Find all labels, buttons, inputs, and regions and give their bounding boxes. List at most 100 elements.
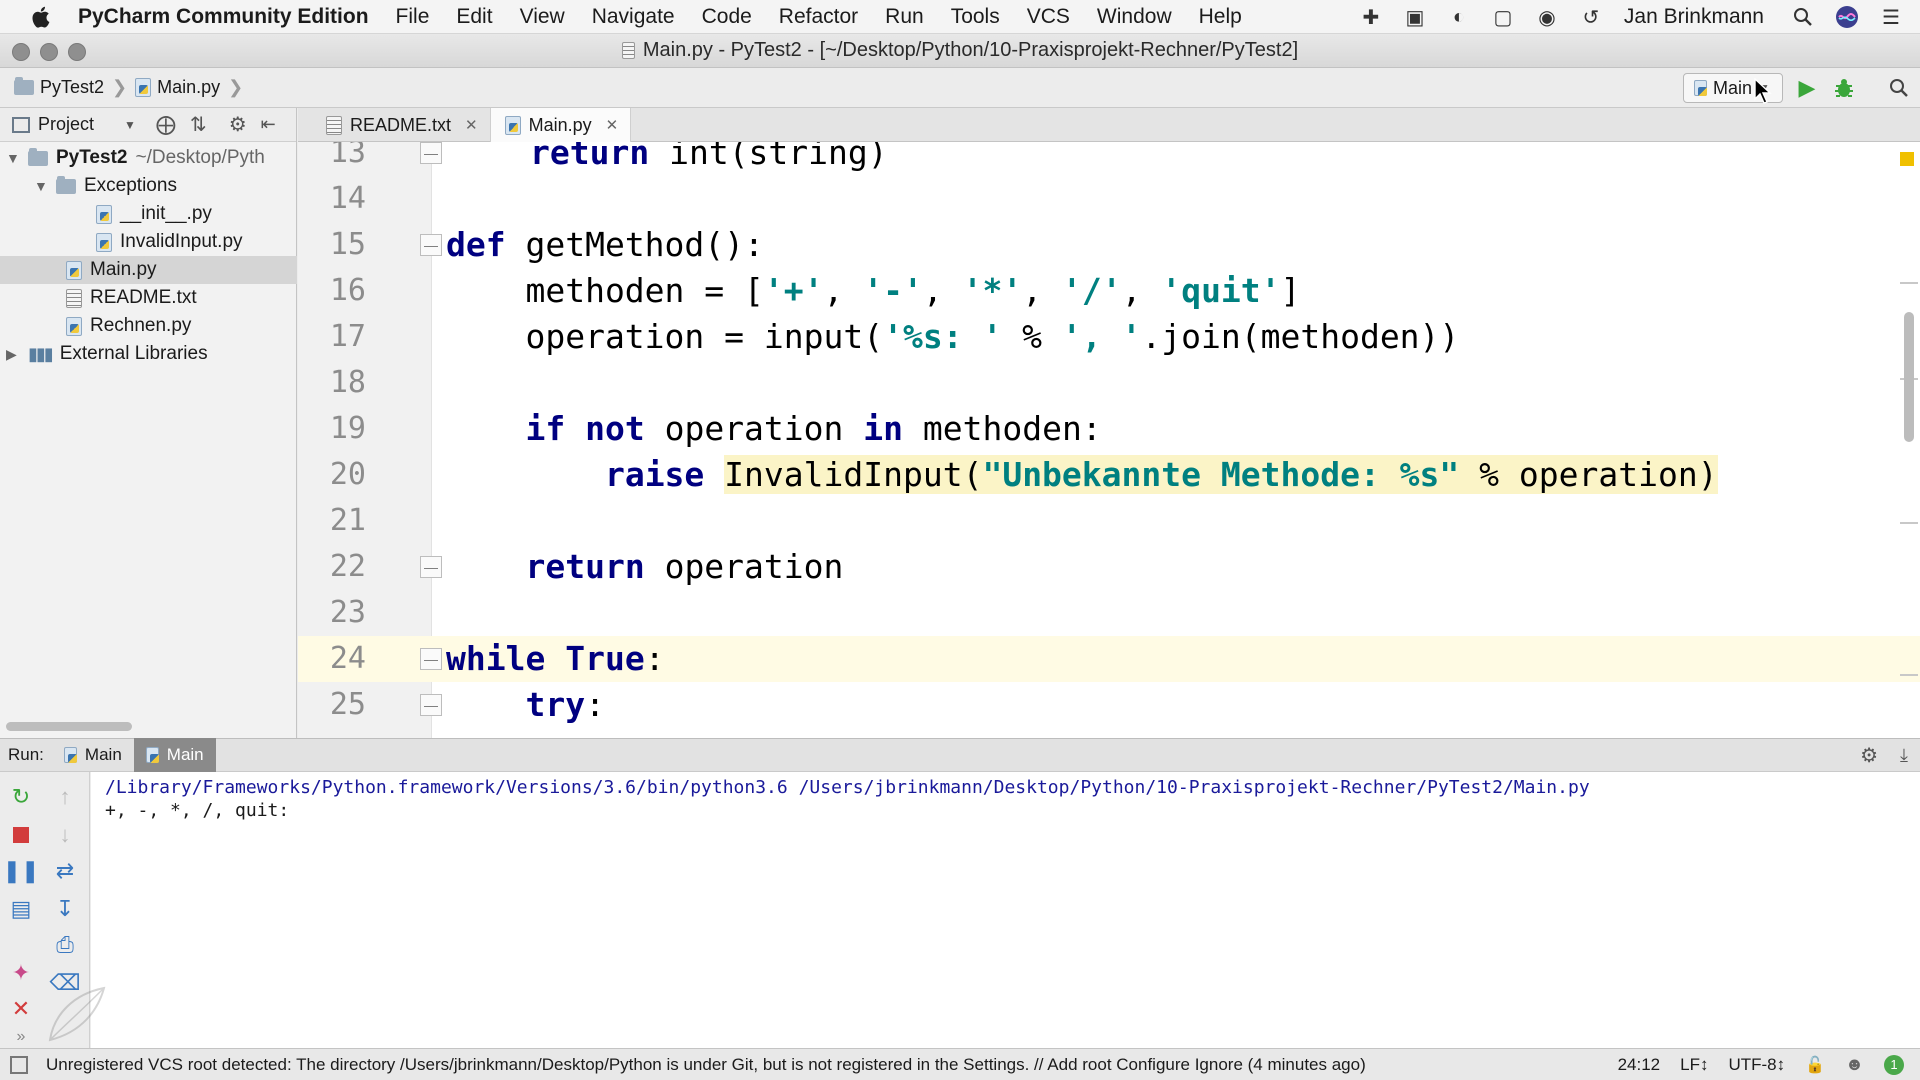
code-line[interactable]: 14: [298, 176, 1920, 222]
briefcase-icon[interactable]: ▣: [1400, 2, 1430, 32]
tree-item-readme[interactable]: README.txt: [0, 284, 297, 312]
zoom-window-button[interactable]: [68, 43, 86, 61]
up-arrow-icon[interactable]: ↑: [50, 782, 80, 812]
fold-marker-icon[interactable]: —: [420, 234, 442, 256]
spotlight-search-icon[interactable]: [1788, 2, 1818, 32]
leaf-icon[interactable]: ◐: [1444, 2, 1474, 32]
tab-readme[interactable]: README.txt ✕: [312, 108, 491, 142]
fold-marker-icon[interactable]: —: [420, 694, 442, 716]
menu-vcs[interactable]: VCS: [1027, 5, 1070, 29]
gear-icon[interactable]: ⚙: [229, 112, 247, 137]
restore-layout-icon[interactable]: ▤: [6, 894, 36, 924]
pause-icon[interactable]: ❚❚: [3, 856, 40, 886]
menu-view[interactable]: View: [520, 5, 565, 29]
tree-item-invalidinput[interactable]: InvalidInput.py: [0, 228, 297, 256]
code-line[interactable]: 13 — return int(string): [298, 142, 1920, 176]
app-name[interactable]: PyCharm Community Edition: [78, 5, 369, 29]
vcs-notification[interactable]: Unregistered VCS root detected: The dire…: [46, 1055, 1366, 1075]
file-encoding[interactable]: UTF-8↕: [1728, 1055, 1785, 1075]
chat-bubble-icon[interactable]: ◉: [1532, 2, 1562, 32]
code-line-current[interactable]: 24 — while True:: [298, 636, 1920, 682]
menu-file[interactable]: File: [396, 5, 430, 29]
scroll-to-end-icon[interactable]: ↧: [50, 894, 80, 924]
error-stripe-mark[interactable]: [1900, 282, 1918, 284]
code-line[interactable]: 21: [298, 498, 1920, 544]
event-log-badge[interactable]: 1: [1884, 1054, 1904, 1075]
run-icon[interactable]: ▶: [1793, 74, 1821, 102]
debug-bug-icon[interactable]: [1830, 74, 1858, 102]
lock-icon[interactable]: 🔓: [1805, 1055, 1825, 1075]
fold-marker-icon[interactable]: —: [420, 142, 442, 164]
menu-run[interactable]: Run: [885, 5, 924, 29]
close-icon[interactable]: ✕: [6, 994, 36, 1024]
locate-target-icon[interactable]: ⨁: [156, 112, 176, 137]
tree-item-project-root[interactable]: ▼ PyTest2 ~/Desktop/Pyth: [0, 144, 297, 172]
rerun-icon[interactable]: ↻: [6, 782, 36, 812]
stop-icon[interactable]: [6, 820, 36, 850]
code-line[interactable]: 20 raise InvalidInput("Unbekannte Method…: [298, 452, 1920, 498]
tree-item-init[interactable]: __init__.py: [0, 200, 297, 228]
code-line[interactable]: 23: [298, 590, 1920, 636]
editor-vertical-scrollbar[interactable]: [1904, 312, 1914, 442]
minimize-window-button[interactable]: [40, 43, 58, 61]
menu-edit[interactable]: Edit: [456, 5, 492, 29]
tree-item-main[interactable]: Main.py: [0, 256, 297, 284]
fold-marker-icon[interactable]: —: [420, 556, 442, 578]
down-arrow-icon[interactable]: ↓: [50, 820, 80, 850]
close-tab-icon[interactable]: ✕: [606, 116, 619, 134]
camera-icon[interactable]: ▢: [1488, 2, 1518, 32]
hide-panel-icon[interactable]: ⤓: [1900, 745, 1908, 766]
breadcrumb-file[interactable]: Main.py: [135, 77, 220, 98]
project-horizontal-scrollbar[interactable]: [6, 722, 132, 731]
search-everywhere-icon[interactable]: [1885, 74, 1913, 102]
collapse-all-icon[interactable]: ⇅: [190, 112, 207, 137]
apple-icon[interactable]: [22, 0, 58, 34]
error-stripe-mark[interactable]: [1900, 522, 1918, 524]
code-line[interactable]: 15 — def getMethod():: [298, 222, 1920, 268]
gear-icon[interactable]: ⚙: [1860, 743, 1878, 768]
fold-marker-icon[interactable]: —: [420, 648, 442, 670]
code-line[interactable]: 25 — try:: [298, 682, 1920, 728]
warning-marker[interactable]: [1900, 152, 1914, 166]
collapsed-arrow-icon[interactable]: ▶: [6, 346, 20, 363]
breadcrumb-project[interactable]: PyTest2: [14, 77, 104, 98]
soft-wrap-icon[interactable]: ⇄: [50, 856, 80, 886]
tool-windows-toggle-icon[interactable]: [10, 1056, 28, 1074]
plus-cross-icon[interactable]: ✚: [1356, 2, 1386, 32]
pin-icon[interactable]: ✦: [6, 958, 36, 988]
hide-panel-icon[interactable]: ⇤: [261, 114, 276, 135]
print-icon[interactable]: ⎙: [50, 930, 80, 960]
code-editor[interactable]: 13 — return int(string) 14 15 — def getM…: [298, 142, 1920, 738]
user-name[interactable]: Jan Brinkmann: [1624, 5, 1764, 29]
menu-navigate[interactable]: Navigate: [592, 5, 675, 29]
menu-code[interactable]: Code: [702, 5, 752, 29]
menu-window[interactable]: Window: [1097, 5, 1172, 29]
expanded-arrow-icon[interactable]: ▼: [6, 150, 20, 166]
tree-item-rechnen[interactable]: Rechnen.py: [0, 312, 297, 340]
code-line[interactable]: 22 — return operation: [298, 544, 1920, 590]
caret-position[interactable]: 24:12: [1618, 1055, 1661, 1075]
tree-item-exceptions[interactable]: ▼ Exceptions: [0, 172, 297, 200]
notification-center-icon[interactable]: ☰: [1876, 2, 1906, 32]
time-machine-icon[interactable]: ↺: [1576, 2, 1606, 32]
run-console[interactable]: /Library/Frameworks/Python.framework/Ver…: [91, 772, 1920, 1048]
inspector-icon[interactable]: ☻: [1845, 1054, 1864, 1075]
code-line[interactable]: 17 operation = input('%s: ' % ', '.join(…: [298, 314, 1920, 360]
run-tab-main-2[interactable]: Main: [133, 738, 216, 772]
chevron-down-icon[interactable]: ▼: [124, 118, 136, 132]
code-line[interactable]: 18: [298, 360, 1920, 406]
close-tab-icon[interactable]: ✕: [465, 116, 478, 134]
menu-tools[interactable]: Tools: [951, 5, 1000, 29]
run-tab-main-1[interactable]: Main: [52, 738, 134, 772]
menu-help[interactable]: Help: [1199, 5, 1242, 29]
expanded-arrow-icon[interactable]: ▼: [34, 178, 48, 194]
tab-main[interactable]: Main.py ✕: [490, 108, 632, 142]
tree-item-external-libraries[interactable]: ▶ ▮▮▮ External Libraries: [0, 340, 297, 368]
close-window-button[interactable]: [12, 43, 30, 61]
siri-icon[interactable]: [1832, 2, 1862, 32]
menu-refactor[interactable]: Refactor: [779, 5, 858, 29]
line-separator[interactable]: LF↕: [1680, 1055, 1708, 1075]
code-line[interactable]: 19 if not operation in methoden:: [298, 406, 1920, 452]
code-line[interactable]: 16 methoden = ['+', '-', '*', '/', 'quit…: [298, 268, 1920, 314]
error-stripe-mark[interactable]: [1900, 674, 1918, 676]
